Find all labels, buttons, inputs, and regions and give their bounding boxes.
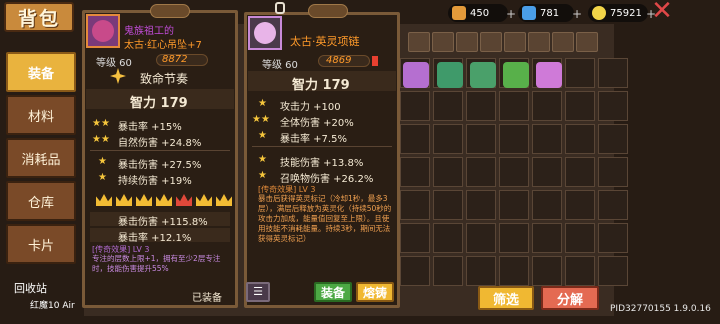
crown-icon	[216, 194, 232, 206]
equip-button[interactable]: 装备	[314, 282, 352, 302]
item-icon[interactable]	[403, 62, 429, 88]
left-legend-desc: 专注的层数上限+1，拥有至少2层专注时，技能伤害提升55%	[92, 254, 221, 273]
inventory-slot[interactable]	[598, 124, 628, 154]
inventory-slot[interactable]	[499, 256, 529, 286]
smelt-button[interactable]: 熔铸	[356, 282, 394, 302]
category-icon[interactable]	[408, 32, 430, 52]
inventory-slot[interactable]	[400, 124, 430, 154]
inventory-slot[interactable]	[532, 157, 562, 187]
inventory-slot[interactable]	[499, 223, 529, 253]
inventory-slot[interactable]	[433, 223, 463, 253]
category-icon[interactable]	[432, 32, 454, 52]
device-label: 红魔10 Air	[30, 301, 75, 311]
inventory-slot[interactable]	[532, 223, 562, 253]
crown-icon	[156, 194, 172, 206]
item-icon[interactable]	[470, 62, 496, 88]
item-icon[interactable]	[437, 62, 463, 88]
category-icon[interactable]	[456, 32, 478, 52]
filter-button[interactable]: 筛选	[478, 286, 534, 310]
inventory-slot[interactable]	[499, 190, 529, 220]
inventory-slot[interactable]	[598, 157, 628, 187]
inventory-slot[interactable]	[598, 223, 628, 253]
tab-consumables[interactable]: 消耗品	[6, 138, 76, 178]
inventory-slot[interactable]	[433, 256, 463, 286]
add-coin-button[interactable]: +	[506, 7, 516, 21]
inventory-slot[interactable]	[499, 91, 529, 121]
recycle-bin[interactable]: 回收站	[14, 280, 47, 296]
tab-cards[interactable]: 卡片	[6, 224, 76, 264]
inventory-slot[interactable]	[565, 190, 595, 220]
inventory-slot[interactable]	[400, 91, 430, 121]
inventory-slot[interactable]	[400, 157, 430, 187]
crown-icon	[96, 194, 112, 206]
gem-icon	[522, 6, 536, 20]
crown-icon	[136, 194, 152, 206]
inventory-slot[interactable]	[433, 124, 463, 154]
inventory-slot[interactable]	[565, 124, 595, 154]
tab-warehouse[interactable]: 仓库	[6, 181, 76, 221]
resource-gem: 781 +	[518, 4, 582, 22]
category-icon[interactable]	[528, 32, 550, 52]
category-icon[interactable]	[576, 32, 598, 52]
pendant-icon	[92, 20, 114, 42]
inventory-slot[interactable]	[400, 256, 430, 286]
inventory-slot[interactable]	[565, 223, 595, 253]
decompose-button[interactable]: 分解	[541, 286, 599, 310]
right-legend-desc: 暴击后获得英灵标记（冷却1秒，最多3层），满层后释放为英灵化（持续50秒的攻击力…	[258, 194, 392, 243]
item-icon[interactable]	[536, 62, 562, 88]
inventory-slot[interactable]	[433, 91, 463, 121]
crown-icon	[176, 194, 192, 206]
card-header-ornament	[308, 4, 348, 18]
inventory-slot[interactable]	[565, 256, 595, 286]
inventory-slot[interactable]	[466, 157, 496, 187]
inventory-slot[interactable]	[466, 91, 496, 121]
resource-coin: 450 +	[448, 4, 516, 22]
tab-materials[interactable]: 材料	[6, 95, 76, 135]
inventory-slot[interactable]	[466, 124, 496, 154]
inventory-slot[interactable]	[499, 124, 529, 154]
category-icon[interactable]	[480, 32, 502, 52]
inventory-slot[interactable]	[466, 223, 496, 253]
add-gem-button[interactable]: +	[572, 7, 582, 21]
lock-icon[interactable]	[275, 2, 285, 14]
crown-row	[96, 194, 232, 206]
inventory-slot[interactable]	[466, 190, 496, 220]
coin-icon	[452, 6, 466, 20]
resource-gold: 75921 +	[588, 4, 656, 22]
close-icon[interactable]: ✕	[650, 0, 674, 24]
arrow-down-icon	[372, 56, 378, 66]
inventory-slot[interactable]	[598, 91, 628, 121]
inventory-slot[interactable]	[532, 91, 562, 121]
inventory-slot[interactable]	[400, 190, 430, 220]
inventory-slot[interactable]	[532, 190, 562, 220]
inventory-slot[interactable]	[565, 157, 595, 187]
inventory-slot[interactable]	[466, 256, 496, 286]
inventory-slot[interactable]	[565, 58, 595, 88]
card-header-ornament	[150, 4, 190, 18]
inventory-slot[interactable]	[400, 223, 430, 253]
crown-icon	[116, 194, 132, 206]
category-icon[interactable]	[552, 32, 574, 52]
inventory-slot[interactable]	[433, 157, 463, 187]
inventory-slot[interactable]	[532, 124, 562, 154]
page-title: 背包	[4, 2, 74, 32]
inventory-slot[interactable]	[598, 256, 628, 286]
list-icon[interactable]: ☰	[246, 282, 270, 302]
inventory-slot[interactable]	[565, 91, 595, 121]
tab-equipment[interactable]: 装备	[6, 52, 76, 92]
inventory-slot[interactable]	[598, 58, 628, 88]
category-icon[interactable]	[504, 32, 526, 52]
inventory-slot[interactable]	[598, 190, 628, 220]
inventory-slot[interactable]	[499, 157, 529, 187]
necklace-icon	[254, 22, 276, 44]
item-icon[interactable]	[503, 62, 529, 88]
version-label: PID32770155 1.9.0.16	[610, 304, 711, 314]
gold-icon	[592, 6, 606, 20]
inventory-slot[interactable]	[433, 190, 463, 220]
crown-icon	[196, 194, 212, 206]
inventory-slot[interactable]	[532, 256, 562, 286]
